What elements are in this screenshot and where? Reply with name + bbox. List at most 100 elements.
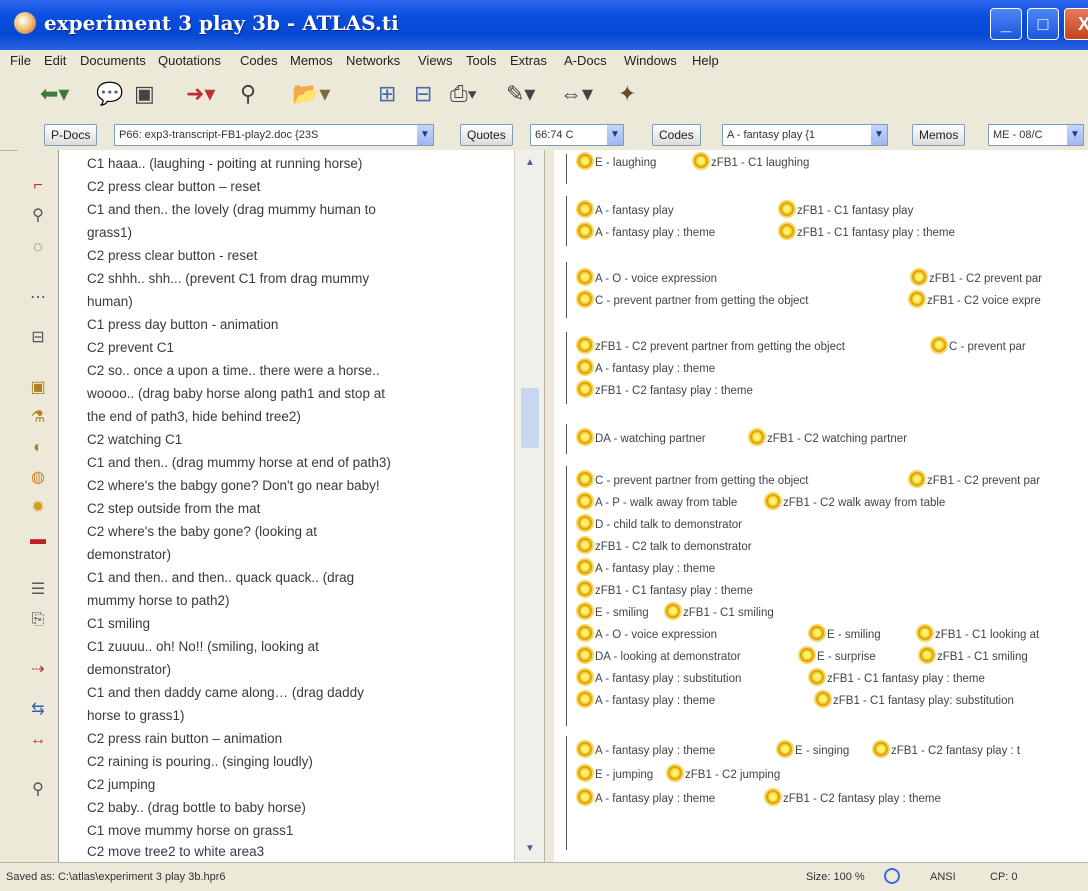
code-tag[interactable]: zFB1 - C2 prevent partner from getting t…	[578, 338, 845, 353]
search-icon[interactable]: ⚲	[28, 780, 48, 800]
code-tag[interactable]: A - P - walk away from table	[578, 494, 737, 509]
code-tag[interactable]: zFB1 - C2 prevent par	[912, 270, 1042, 285]
list-icon[interactable]: ☰	[28, 580, 48, 600]
code-tag[interactable]: E - smiling	[578, 604, 649, 619]
quotes-dropdown[interactable]: 66:74 C ▼	[530, 124, 624, 146]
code-tag[interactable]: E - singing	[778, 742, 849, 757]
menu-help[interactable]: Help	[692, 53, 719, 68]
link-icon[interactable]: ⇔▾	[560, 82, 593, 106]
code-tag[interactable]: zFB1 - C2 walk away from table	[766, 494, 945, 509]
code-tag[interactable]: A - O - voice expression	[578, 270, 717, 285]
menu-edit[interactable]: Edit	[44, 53, 66, 68]
code-tag[interactable]: A - fantasy play : theme	[578, 742, 715, 757]
menu-extras[interactable]: Extras	[510, 53, 547, 68]
minimize-button[interactable]: _	[990, 8, 1022, 40]
code-tag[interactable]: A - fantasy play : theme	[578, 692, 715, 707]
code-tag[interactable]: zFB1 - C1 fantasy play	[780, 202, 913, 217]
quotation-bracket[interactable]	[566, 736, 575, 850]
pdocs-dropdown[interactable]: P66: exp3-transcript-FB1-play2.doc {23S …	[114, 124, 434, 146]
code-tag[interactable]: A - O - voice expression	[578, 626, 717, 641]
network-icon[interactable]: ✦	[618, 82, 636, 106]
quotation-bracket[interactable]	[566, 262, 575, 318]
memos-dropdown[interactable]: ME - 08/C ▼	[988, 124, 1084, 146]
comment-icon[interactable]: 💬	[96, 82, 123, 106]
query-icon[interactable]: ⊞	[378, 82, 396, 106]
code-tag[interactable]: A - fantasy play	[578, 202, 674, 217]
code-tag[interactable]: zFB1 - C2 voice expre	[910, 292, 1041, 307]
code-tag[interactable]: A - fantasy play : theme	[578, 790, 715, 805]
code-tag[interactable]: DA - looking at demonstrator	[578, 648, 741, 663]
save-icon[interactable]: ▣	[134, 82, 155, 106]
quotation-bracket[interactable]	[566, 424, 575, 454]
refresh-icon[interactable]	[884, 868, 900, 884]
quotation-bracket[interactable]	[566, 154, 575, 184]
zoom-icon[interactable]: ⚲	[28, 206, 48, 226]
chevron-down-icon[interactable]: ▼	[607, 125, 623, 145]
code-tag[interactable]: E - surprise	[800, 648, 876, 663]
code-tag[interactable]: zFB1 - C1 smiling	[666, 604, 774, 619]
quotes-button[interactable]: Quotes	[460, 124, 513, 146]
atlas-app-icon[interactable]	[14, 12, 36, 34]
menu-networks[interactable]: Networks	[346, 53, 400, 68]
code-tag[interactable]: zFB1 - C1 fantasy play : theme	[810, 670, 985, 685]
code-tag[interactable]: DA - watching partner	[578, 430, 706, 445]
menu-codes[interactable]: Codes	[240, 53, 278, 68]
code-tag[interactable]: zFB1 - C2 jumping	[668, 766, 780, 781]
close-button[interactable]: X	[1064, 8, 1088, 40]
chevron-down-icon[interactable]: ▼	[871, 125, 887, 145]
binoculars-icon[interactable]: ⚲	[240, 82, 256, 106]
menu-windows[interactable]: Windows	[624, 53, 677, 68]
menu-views[interactable]: Views	[418, 53, 452, 68]
code-tag[interactable]: zFB1 - C2 prevent par	[910, 472, 1040, 487]
in-vivo-icon[interactable]: ◐	[28, 438, 48, 458]
split-icon[interactable]: ⊟	[28, 328, 48, 348]
code-tag[interactable]: A - fantasy play : theme	[578, 224, 715, 239]
link-quote-icon[interactable]: ⇢	[28, 660, 48, 680]
quotation-bracket[interactable]	[566, 196, 575, 246]
quotation-bracket[interactable]	[566, 332, 575, 404]
code-tag[interactable]: E - smiling	[810, 626, 881, 641]
copy-icon[interactable]: ⎘	[28, 610, 48, 630]
chevron-down-icon[interactable]: ▼	[417, 125, 433, 145]
menu-quotations[interactable]: Quotations	[158, 53, 221, 68]
code-tag[interactable]: zFB1 - C1 laughing	[694, 154, 809, 169]
select-icon[interactable]: ⌐	[28, 176, 48, 196]
code-tag[interactable]: E - jumping	[578, 766, 653, 781]
codes-dropdown[interactable]: A - fantasy play {1 ▼	[722, 124, 888, 146]
menu-file[interactable]: File	[10, 53, 31, 68]
memos-button[interactable]: Memos	[912, 124, 966, 146]
margin-icon[interactable]: ⋯	[28, 288, 48, 308]
code-tag[interactable]: E - laughing	[578, 154, 656, 169]
unlink-icon[interactable]: ↔	[28, 730, 48, 750]
document-pane[interactable]: C1 haaa.. (laughing - poiting at running…	[58, 150, 515, 862]
pdocs-button[interactable]: P-Docs	[44, 124, 98, 146]
code-tag[interactable]: A - fantasy play : theme	[578, 360, 715, 375]
comment-icon[interactable]: ◌	[28, 238, 48, 258]
quotation-bracket[interactable]	[566, 466, 575, 726]
quick-code-icon[interactable]: ✹	[28, 498, 48, 518]
folder-icon[interactable]: 📂▾	[292, 82, 330, 106]
memo-icon[interactable]: ▬	[28, 530, 48, 550]
code-tag[interactable]: zFB1 - C1 fantasy play : theme	[780, 224, 955, 239]
code-icon[interactable]: ▣	[28, 378, 48, 398]
import-icon[interactable]: ➜▾	[186, 82, 215, 106]
code-tag[interactable]: C - prevent partner from getting the obj…	[578, 472, 809, 487]
scroll-thumb[interactable]	[521, 388, 539, 448]
code-tag[interactable]: zFB1 - C2 fantasy play : t	[874, 742, 1020, 757]
open-code-icon[interactable]: ⚗	[28, 408, 48, 428]
code-tag[interactable]: A - fantasy play : theme	[578, 560, 715, 575]
scroll-up-icon[interactable]: ▲	[519, 154, 541, 172]
scroll-down-icon[interactable]: ▼	[519, 840, 541, 858]
code-tag[interactable]: C - prevent par	[932, 338, 1026, 353]
print-icon[interactable]: ⎙▾	[450, 82, 477, 106]
code-tag[interactable]: zFB1 - C2 fantasy play : theme	[766, 790, 941, 805]
maximize-button[interactable]: □	[1027, 8, 1059, 40]
code-tag[interactable]: zFB1 - C1 fantasy play: substitution	[816, 692, 1014, 707]
codes-button[interactable]: Codes	[652, 124, 701, 146]
margin-area[interactable]: E - laughing zFB1 - C1 laughing A - fant…	[554, 150, 1088, 862]
filter-icon[interactable]: ⊟	[414, 82, 432, 106]
back-icon[interactable]: ⬅▾	[40, 82, 69, 106]
wrench-icon[interactable]: ✎▾	[506, 82, 535, 106]
code-tag[interactable]: zFB1 - C2 fantasy play : theme	[578, 382, 753, 397]
code-tag[interactable]: D - child talk to demonstrator	[578, 516, 742, 531]
